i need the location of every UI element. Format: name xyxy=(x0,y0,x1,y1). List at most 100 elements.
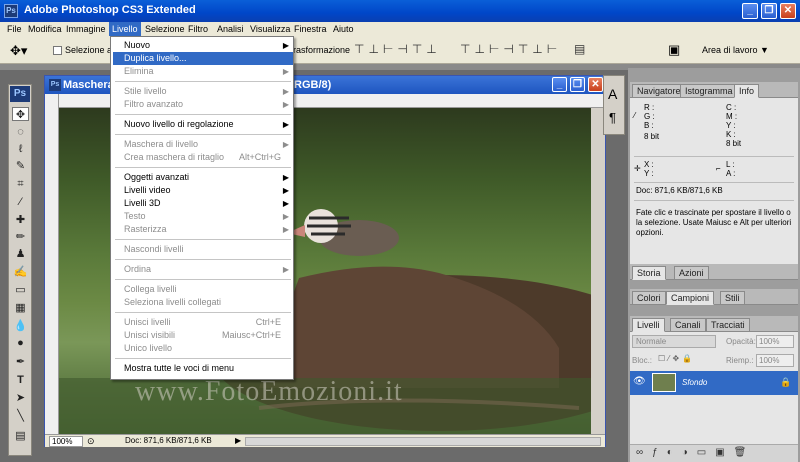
lock-icons[interactable]: ☐⁄✥🔒 xyxy=(658,354,695,363)
document-status-bar: 100% ⊙ Doc: 871,6 KB/871,6 KB ▶ xyxy=(45,434,605,447)
workspace-label: Area di lavoro xyxy=(702,45,758,55)
tab-stili[interactable]: Stili xyxy=(720,291,745,305)
menu-item-livelli-3d[interactable]: Livelli 3D ▶ xyxy=(113,197,293,210)
menu-separator xyxy=(115,358,291,359)
tab-info[interactable]: Info xyxy=(734,84,760,98)
move-tool-icon[interactable]: ✥▾ xyxy=(10,43,27,59)
menu-visualizza[interactable]: Visualizza xyxy=(247,22,293,36)
menu-analisi[interactable]: Analisi xyxy=(214,22,247,36)
cmyk-y: Y : xyxy=(726,121,736,130)
horizontal-scrollbar[interactable] xyxy=(245,437,601,446)
rgb-b: B : xyxy=(644,121,654,130)
menu-selezione[interactable]: Selezione xyxy=(142,22,188,36)
menu-filtro[interactable]: Filtro xyxy=(185,22,211,36)
opacity-label: Opacità: xyxy=(726,337,756,346)
path-selection-icon[interactable]: ➤ xyxy=(12,391,29,405)
menu-finestra[interactable]: Finestra xyxy=(291,22,330,36)
vertical-ruler xyxy=(45,94,59,434)
quick-selection-icon[interactable]: ✎ xyxy=(12,159,29,173)
tab-tracciati[interactable]: Tracciati xyxy=(706,318,750,332)
status-icon[interactable]: ⊙ xyxy=(87,436,95,447)
workspace-dropdown[interactable]: Area di lavoro ▼ xyxy=(702,45,769,55)
move-tool-icon[interactable]: ✥ xyxy=(12,107,29,121)
tab-colori[interactable]: Colori xyxy=(632,291,666,305)
submenu-arrow-icon: ▶ xyxy=(282,225,289,234)
close-button[interactable]: ✕ xyxy=(780,3,796,19)
xy-readout: X : Y : xyxy=(644,160,654,178)
healing-brush-icon[interactable]: ✚ xyxy=(12,213,29,227)
menu-item-livelli-video[interactable]: Livelli video ▶ xyxy=(113,184,293,197)
opacity-field[interactable]: 100% xyxy=(756,335,794,348)
menu-item-oggetti-avanzati[interactable]: Oggetti avanzati ▶ xyxy=(113,171,293,184)
maximize-button[interactable]: ❐ xyxy=(761,3,777,19)
cmyk-k: K : xyxy=(726,130,736,139)
clone-stamp-icon[interactable]: ♟ xyxy=(12,247,29,261)
status-arrow-icon[interactable]: ▶ xyxy=(235,436,241,445)
tab-livelli[interactable]: Livelli xyxy=(632,318,665,332)
menu-item-duplica-livello[interactable]: Duplica livello... xyxy=(113,52,293,65)
eraser-tool-icon[interactable]: ▭ xyxy=(12,283,29,297)
rgb-r: R : xyxy=(644,103,655,112)
history-brush-icon[interactable]: ✍ xyxy=(12,265,29,279)
menu-item-label: Rasterizza xyxy=(124,224,167,234)
doc-close-button[interactable]: ✕ xyxy=(588,77,603,92)
pen-tool-icon[interactable]: ✒ xyxy=(12,355,29,369)
menu-modifica[interactable]: Modifica xyxy=(25,22,65,36)
eyedropper-tool-icon[interactable]: ⁄ xyxy=(12,195,29,209)
menu-item-label: Stile livello xyxy=(124,86,167,96)
tab-canali[interactable]: Canali xyxy=(670,318,706,332)
tab-navigatore[interactable]: Navigatore xyxy=(632,84,686,98)
visibility-eye-icon[interactable]: 👁 xyxy=(633,376,646,387)
menu-bar: File Modifica Immagine Livello Selezione… xyxy=(0,22,800,36)
marquee-tool-icon[interactable]: ◌ xyxy=(12,125,29,139)
submenu-arrow-icon: ▶ xyxy=(282,186,289,195)
menu-livello[interactable]: Livello xyxy=(109,22,141,36)
text-tool-icon[interactable]: T xyxy=(12,373,29,387)
auto-select-checkbox[interactable] xyxy=(53,46,62,55)
tab-campioni[interactable]: Campioni xyxy=(666,291,715,305)
minimize-button[interactable]: _ xyxy=(742,3,758,19)
lasso-tool-icon[interactable]: ℓ xyxy=(12,142,29,156)
blend-mode-select[interactable]: Normale xyxy=(632,335,716,348)
menu-shortcut: Maiusc+Ctrl+E xyxy=(221,330,281,340)
title-bar: Ps Adobe Photoshop CS3 Extended _ ❐ ✕ xyxy=(0,0,800,22)
distribute-icons[interactable]: ⊤⊥⊢⊣⊤⊥⊢ xyxy=(460,42,561,56)
collapsed-panel-dock: A ¶ xyxy=(603,75,625,135)
menu-file[interactable]: File xyxy=(4,22,25,36)
blur-tool-icon[interactable]: 💧 xyxy=(12,319,29,333)
fill-field[interactable]: 100% xyxy=(756,354,794,367)
menu-immagine[interactable]: Immagine xyxy=(63,22,109,36)
divider xyxy=(634,156,794,157)
menu-item-unico-livello: Unico livello xyxy=(113,342,293,355)
align-icons[interactable]: ⊤⊥⊢⊣⊤⊥ xyxy=(354,42,441,56)
layer-buttons[interactable]: ∞ƒ◐◑▭▣🗑 xyxy=(630,444,798,462)
menu-item-nuovo[interactable]: Nuovo ▶ xyxy=(113,39,293,52)
layer-row-sfondo[interactable]: 👁 Sfondo 🔒 xyxy=(630,371,798,395)
menu-separator xyxy=(115,279,291,280)
dodge-tool-icon[interactable]: ● xyxy=(12,336,29,350)
tab-storia[interactable]: Storia xyxy=(632,266,666,280)
gradient-tool-icon[interactable]: ▦ xyxy=(12,301,29,315)
paragraph-panel-icon[interactable]: ¶ xyxy=(609,110,616,125)
menu-aiuto[interactable]: Aiuto xyxy=(330,22,357,36)
workspace-icon[interactable]: ▣ xyxy=(668,42,680,58)
menu-item-mostra-tutte-le-voci-di-menu[interactable]: Mostra tutte le voci di menu xyxy=(113,362,293,375)
menu-separator xyxy=(115,259,291,260)
doc-minimize-button[interactable]: _ xyxy=(552,77,567,92)
tab-istogramma[interactable]: Istogramma xyxy=(680,84,738,98)
brush-tool-icon[interactable]: ✏ xyxy=(12,230,29,244)
doc-maximize-button[interactable]: ❐ xyxy=(570,77,585,92)
menu-item-label: Duplica livello... xyxy=(124,53,187,63)
menu-separator xyxy=(115,134,291,135)
character-panel-icon[interactable]: A xyxy=(608,86,617,102)
layers-panel-tabs: Livelli Canali Tracciati xyxy=(630,316,798,332)
zoom-field[interactable]: 100% xyxy=(49,436,83,447)
layer-name: Sfondo xyxy=(682,378,708,387)
auto-align-icon[interactable]: ▤ xyxy=(574,42,585,56)
menu-item-nuovo-livello-di-regolazione[interactable]: Nuovo livello di regolazione ▶ xyxy=(113,118,293,131)
notes-tool-icon[interactable]: ▤ xyxy=(12,429,29,443)
menu-shortcut: Alt+Ctrl+G xyxy=(238,152,281,162)
crop-tool-icon[interactable]: ⌗ xyxy=(12,177,29,191)
tab-azioni[interactable]: Azioni xyxy=(674,266,709,280)
shape-tool-icon[interactable]: ╲ xyxy=(12,409,29,423)
